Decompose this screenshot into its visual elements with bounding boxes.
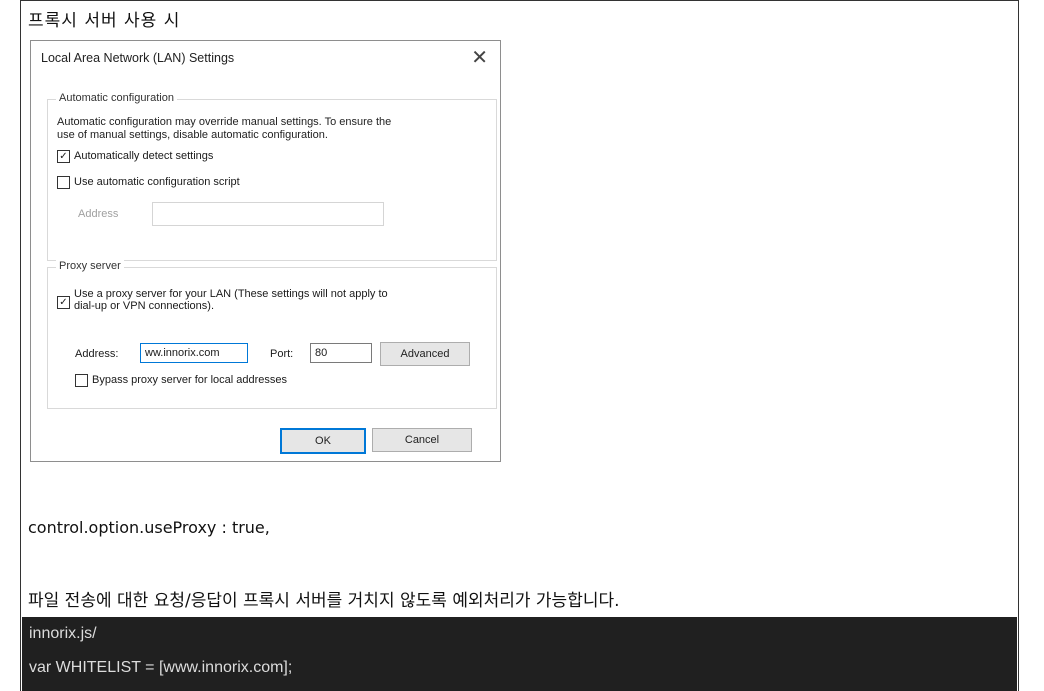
- close-icon[interactable]: ✕: [471, 45, 488, 70]
- option-text: control.option.useProxy : true,: [28, 518, 270, 537]
- proxy-port-input[interactable]: 80: [310, 343, 372, 363]
- code-line-1: innorix.js/: [29, 625, 97, 642]
- content-frame: 프록시 서버 사용 시 Local Area Network (LAN) Set…: [20, 0, 1019, 691]
- use-proxy-row[interactable]: ✓ Use a proxy server for your LAN (These…: [57, 288, 388, 312]
- auto-detect-row[interactable]: ✓ Automatically detect settings: [57, 150, 213, 163]
- bypass-label: Bypass proxy server for local addresses: [92, 374, 288, 386]
- use-script-label: Use automatic configuration script: [74, 176, 240, 188]
- proxy-address-label: Address:: [75, 348, 119, 360]
- bypass-checkbox[interactable]: [75, 374, 88, 387]
- advanced-button[interactable]: Advanced: [380, 342, 470, 366]
- use-script-row[interactable]: Use automatic configuration script: [57, 176, 240, 189]
- cancel-button[interactable]: Cancel: [372, 428, 472, 452]
- auto-config-description-line1: Automatic configuration may override man…: [57, 116, 392, 128]
- automatic-configuration-legend: Automatic configuration: [56, 92, 177, 104]
- use-proxy-checkbox[interactable]: ✓: [57, 296, 70, 309]
- auto-detect-checkbox[interactable]: ✓: [57, 150, 70, 163]
- proxy-port-label: Port:: [270, 348, 294, 360]
- auto-config-description-line2: use of manual settings, disable automati…: [57, 129, 328, 141]
- use-proxy-label-line2: dial-up or VPN connections).: [74, 300, 215, 312]
- use-proxy-label-line1: Use a proxy server for your LAN (These s…: [74, 288, 388, 300]
- proxy-server-group: Proxy server ✓ Use a proxy server for yo…: [47, 260, 497, 409]
- bypass-row[interactable]: Bypass proxy server for local addresses: [75, 374, 287, 387]
- section-title: 프록시 서버 사용 시: [28, 11, 181, 31]
- automatic-configuration-group: Automatic configuration Automatic config…: [47, 92, 497, 261]
- ok-button[interactable]: OK: [280, 428, 366, 454]
- use-script-checkbox[interactable]: [57, 176, 70, 189]
- proxy-server-legend: Proxy server: [56, 260, 124, 272]
- lan-settings-dialog: Local Area Network (LAN) Settings ✕ Auto…: [30, 40, 501, 462]
- proxy-address-input[interactable]: ww.innorix.com: [140, 343, 248, 363]
- code-line-2: var WHITELIST = [www.innorix.com];: [29, 659, 293, 676]
- exception-text: 파일 전송에 대한 요청/응답이 프록시 서버를 거치지 않도록 예외처리가 가…: [28, 591, 620, 611]
- script-address-label: Address: [78, 208, 119, 220]
- auto-detect-label: Automatically detect settings: [74, 150, 214, 162]
- dialog-title: Local Area Network (LAN) Settings: [41, 51, 235, 65]
- code-block: innorix.js/ var WHITELIST = [www.innorix…: [22, 617, 1017, 691]
- top-border: [21, 0, 1018, 1]
- use-proxy-label: Use a proxy server for your LAN (These s…: [74, 288, 388, 312]
- script-address-field: [152, 202, 384, 226]
